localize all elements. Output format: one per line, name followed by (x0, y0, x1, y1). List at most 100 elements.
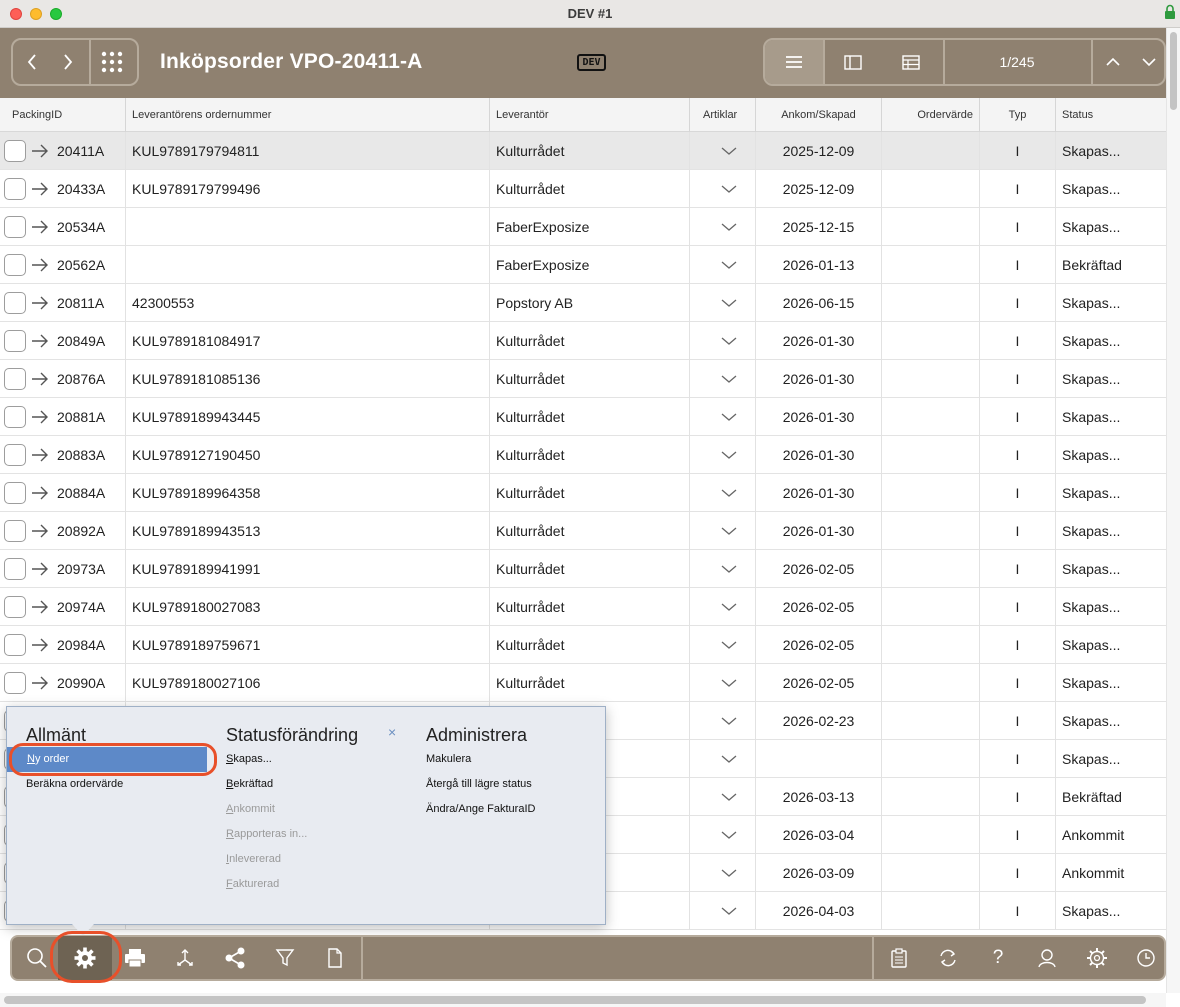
table-row[interactable]: 20990A KUL9789180027106 Kulturrådet 2026-02… (0, 664, 1166, 702)
arrow-right-icon[interactable] (31, 333, 49, 349)
column-header-status[interactable]: Status (1056, 98, 1166, 132)
arrow-right-icon[interactable] (31, 295, 49, 311)
chevron-down-icon[interactable] (720, 183, 738, 195)
table-row[interactable]: 20984A KUL9789189759671 Kulturrådet 2026-02… (0, 626, 1166, 664)
arrow-right-icon[interactable] (31, 257, 49, 273)
row-checkbox[interactable] (4, 596, 26, 618)
menu-item-calculate-order-value[interactable]: Beräkna ordervärde (26, 778, 123, 790)
chevron-down-icon[interactable] (720, 297, 738, 309)
column-header-arrived-created[interactable]: Ankom/Skapad (756, 98, 882, 132)
document-button[interactable] (323, 946, 347, 970)
menu-item-edit-invoice-id[interactable]: Ändra/Ange FakturaID (426, 803, 535, 815)
next-record-button[interactable] (1135, 50, 1163, 74)
forward-button[interactable] (55, 49, 81, 75)
table-view-button[interactable] (897, 50, 925, 74)
row-checkbox[interactable] (4, 292, 26, 314)
row-checkbox[interactable] (4, 558, 26, 580)
settings-button[interactable] (1085, 946, 1109, 970)
clipboard-button[interactable] (887, 946, 911, 970)
table-row[interactable]: 20562A FaberExposize 2026-01-13 I Bekräftad (0, 246, 1166, 284)
column-header-supplier-order-number[interactable]: Leverantörens ordernummer (126, 98, 490, 132)
chevron-down-icon[interactable] (720, 791, 738, 803)
arrow-right-icon[interactable] (31, 485, 49, 501)
previous-record-button[interactable] (1099, 50, 1127, 74)
row-checkbox[interactable] (4, 254, 26, 276)
table-row[interactable]: 20534A FaberExposize 2025-12-15 I Skapas... (0, 208, 1166, 246)
chevron-down-icon[interactable] (720, 829, 738, 841)
menu-item-confirmed[interactable]: Bekräftad (226, 778, 273, 790)
arrow-right-icon[interactable] (31, 409, 49, 425)
share-button[interactable] (223, 946, 247, 970)
row-checkbox[interactable] (4, 672, 26, 694)
column-header-supplier[interactable]: Leverantör (490, 98, 690, 132)
row-checkbox[interactable] (4, 444, 26, 466)
chevron-down-icon[interactable] (720, 221, 738, 233)
table-row[interactable]: 20974A KUL9789180027083 Kulturrådet 2026-02… (0, 588, 1166, 626)
vertical-scroll-thumb[interactable] (1170, 32, 1177, 110)
chevron-down-icon[interactable] (720, 753, 738, 765)
arrow-right-icon[interactable] (31, 637, 49, 653)
table-row[interactable]: 20881A KUL9789189943445 Kulturrådet 2026-01… (0, 398, 1166, 436)
arrow-right-icon[interactable] (31, 143, 49, 159)
refresh-button[interactable] (936, 946, 960, 970)
history-button[interactable] (1134, 946, 1158, 970)
chevron-down-icon[interactable] (720, 867, 738, 879)
chevron-down-icon[interactable] (720, 563, 738, 575)
row-checkbox[interactable] (4, 330, 26, 352)
chevron-down-icon[interactable] (720, 449, 738, 461)
chevron-down-icon[interactable] (720, 905, 738, 917)
arrow-right-icon[interactable] (31, 675, 49, 691)
chevron-down-icon[interactable] (720, 677, 738, 689)
vertical-scrollbar[interactable] (1166, 28, 1180, 993)
arrow-right-icon[interactable] (31, 523, 49, 539)
row-checkbox[interactable] (4, 368, 26, 390)
arrow-right-icon[interactable] (31, 371, 49, 387)
horizontal-scroll-thumb[interactable] (4, 996, 1146, 1004)
column-header-articles[interactable]: Artiklar (690, 98, 756, 132)
row-checkbox[interactable] (4, 406, 26, 428)
chevron-down-icon[interactable] (720, 373, 738, 385)
row-checkbox[interactable] (4, 634, 26, 656)
chevron-down-icon[interactable] (720, 525, 738, 537)
table-row[interactable]: 20876A KUL9789181085136 Kulturrådet 2026-01… (0, 360, 1166, 398)
menu-item-void[interactable]: Makulera (426, 753, 471, 765)
chevron-down-icon[interactable] (720, 601, 738, 613)
table-row[interactable]: 20433A KUL9789179799496 Kulturrådet 2025-12… (0, 170, 1166, 208)
chevron-down-icon[interactable] (720, 259, 738, 271)
table-row[interactable]: 20892A KUL9789189943513 Kulturrådet 2026-01… (0, 512, 1166, 550)
print-button[interactable] (123, 946, 147, 970)
table-row[interactable]: 20411A KUL9789179794811 Kulturrådet 2025-12… (0, 132, 1166, 170)
split-view-button[interactable] (839, 50, 867, 74)
search-button[interactable] (25, 946, 49, 970)
table-row[interactable]: 20849A KUL9789181084917 Kulturrådet 2026-01… (0, 322, 1166, 360)
list-view-button[interactable] (781, 50, 807, 74)
table-row[interactable]: 20973A KUL9789189941991 Kulturrådet 2026-02… (0, 550, 1166, 588)
arrow-right-icon[interactable] (31, 447, 49, 463)
menu-item-being-created[interactable]: Skapas... (226, 753, 272, 765)
close-popup-icon[interactable]: × (388, 724, 396, 740)
column-header-packingid[interactable]: PackingID (6, 98, 126, 132)
row-checkbox[interactable] (4, 140, 26, 162)
chevron-down-icon[interactable] (720, 335, 738, 347)
row-checkbox[interactable] (4, 520, 26, 542)
column-header-type[interactable]: Typ (980, 98, 1056, 132)
arrow-right-icon[interactable] (31, 561, 49, 577)
table-row[interactable]: 20811A 42300553 Popstory AB 2026-06-15 I Skap… (0, 284, 1166, 322)
chevron-down-icon[interactable] (720, 487, 738, 499)
column-header-order-value[interactable]: Ordervärde (882, 98, 980, 132)
chevron-down-icon[interactable] (720, 411, 738, 423)
row-checkbox[interactable] (4, 216, 26, 238)
arrow-right-icon[interactable] (31, 181, 49, 197)
filter-button[interactable] (273, 946, 297, 970)
app-grid-button[interactable] (97, 48, 127, 76)
chevron-down-icon[interactable] (720, 639, 738, 651)
chevron-down-icon[interactable] (720, 145, 738, 157)
arrow-right-icon[interactable] (31, 219, 49, 235)
horizontal-scrollbar[interactable] (0, 993, 1166, 1007)
table-row[interactable]: 20883A KUL9789127190450 Kulturrådet 2026-01… (0, 436, 1166, 474)
menu-item-revert-status[interactable]: Återgå till lägre status (426, 778, 532, 790)
user-button[interactable] (1035, 946, 1059, 970)
table-row[interactable]: 20884A KUL9789189964358 Kulturrådet 2026-01… (0, 474, 1166, 512)
row-checkbox[interactable] (4, 482, 26, 504)
back-button[interactable] (19, 49, 45, 75)
